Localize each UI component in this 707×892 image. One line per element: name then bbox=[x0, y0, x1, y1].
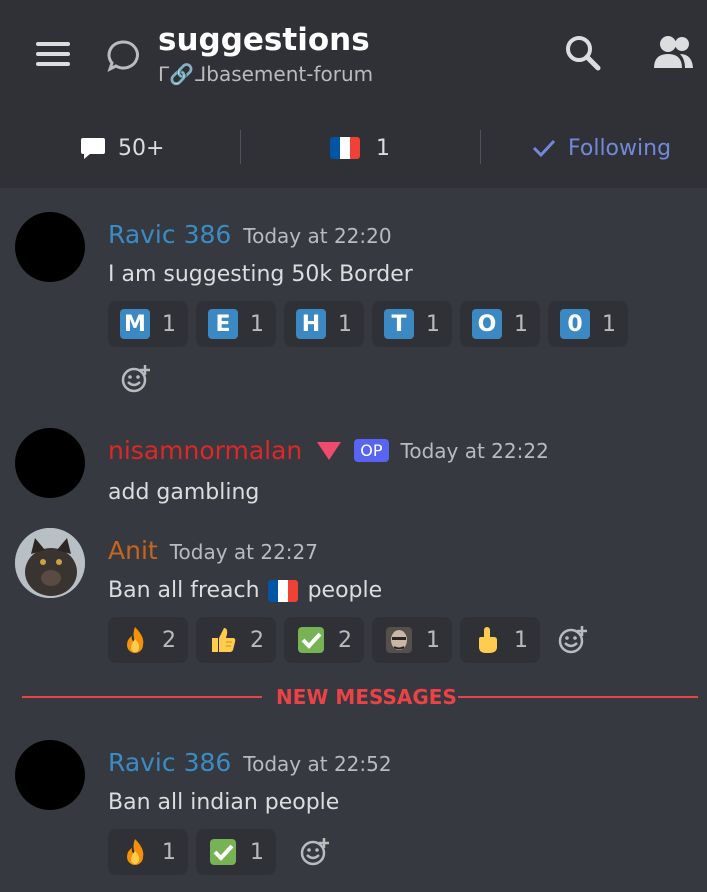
role-triangle-icon bbox=[317, 441, 342, 460]
add-reaction-icon[interactable] bbox=[550, 617, 596, 663]
chat-bubble-icon bbox=[81, 138, 105, 159]
reaction-count: 1 bbox=[162, 839, 176, 865]
reaction[interactable]: O1 bbox=[460, 301, 540, 347]
divider-line bbox=[458, 696, 698, 698]
french-flag-icon bbox=[267, 579, 298, 602]
hamburger-menu-icon[interactable] bbox=[36, 42, 70, 66]
following-button[interactable]: Following bbox=[532, 122, 671, 174]
reaction-count: 1 bbox=[514, 311, 528, 337]
message-text: add gambling bbox=[108, 480, 260, 505]
reaction[interactable]: H1 bbox=[284, 301, 364, 347]
timestamp: Today at 22:20 bbox=[243, 224, 392, 248]
reaction[interactable]: 1 bbox=[108, 829, 188, 875]
reaction-count: 1 bbox=[514, 627, 528, 653]
reaction[interactable]: 2 bbox=[284, 617, 364, 663]
divider bbox=[240, 130, 241, 164]
fire-icon bbox=[127, 839, 144, 865]
new-messages-label: NEW MESSAGES bbox=[276, 685, 457, 709]
avatar[interactable] bbox=[15, 212, 85, 282]
search-icon[interactable] bbox=[564, 34, 602, 72]
cat-avatar-image bbox=[15, 528, 85, 598]
reaction[interactable]: 1 bbox=[196, 829, 276, 875]
reaction[interactable]: 1 bbox=[372, 617, 452, 663]
reaction[interactable]: T1 bbox=[372, 301, 452, 347]
message-text-part: people bbox=[307, 578, 383, 603]
message-text: I am suggesting 50k Border bbox=[108, 262, 413, 287]
op-badge: OP bbox=[354, 439, 389, 462]
reaction-count: 1 bbox=[338, 311, 352, 337]
members-icon[interactable] bbox=[652, 34, 694, 70]
check-box-icon bbox=[298, 627, 324, 653]
timestamp: Today at 22:27 bbox=[169, 540, 318, 564]
regional-letter-h-icon: H bbox=[296, 309, 326, 339]
regional-letter-m-icon: M bbox=[120, 309, 150, 339]
author-name[interactable]: Ravic 386 bbox=[108, 220, 231, 249]
middle-finger-icon bbox=[479, 627, 497, 653]
face-emoji-icon bbox=[386, 627, 412, 653]
message-text: Ban all indian people bbox=[108, 790, 340, 815]
reaction[interactable]: 01 bbox=[548, 301, 628, 347]
add-reaction-icon[interactable] bbox=[120, 363, 152, 395]
participant-count: 1 bbox=[330, 122, 390, 174]
regional-letter-o-icon: O bbox=[472, 309, 502, 339]
following-label: Following bbox=[568, 135, 672, 161]
reaction[interactable]: M1 bbox=[108, 301, 188, 347]
reaction[interactable]: 1 bbox=[460, 617, 540, 663]
avatar[interactable] bbox=[15, 428, 85, 498]
avatar[interactable] bbox=[15, 740, 85, 810]
fire-icon bbox=[127, 627, 144, 653]
timestamp: Today at 22:52 bbox=[243, 752, 392, 776]
reaction-count: 1 bbox=[426, 627, 440, 653]
message-count: 50+ bbox=[80, 122, 164, 174]
author-name[interactable]: Ravic 386 bbox=[108, 748, 231, 777]
channel-subtitle[interactable]: ᒥ🔗ᒧbasement-forum bbox=[158, 62, 373, 86]
checkmark-icon bbox=[532, 139, 556, 158]
regional-letter-t-icon: T bbox=[384, 309, 414, 339]
author-name[interactable]: nisamnormalan bbox=[108, 436, 302, 465]
reaction-count: 1 bbox=[250, 311, 264, 337]
thread-icon bbox=[107, 40, 139, 72]
add-reaction-icon[interactable] bbox=[292, 829, 338, 875]
reaction-count: 1 bbox=[426, 311, 440, 337]
new-messages-divider: NEW MESSAGES bbox=[22, 685, 698, 709]
reaction-count: 1 bbox=[602, 311, 616, 337]
thread-stats-bar: 50+ 1 Following bbox=[0, 122, 707, 174]
reaction-count: 1 bbox=[250, 839, 264, 865]
check-box-icon bbox=[210, 839, 236, 865]
reaction-count: 2 bbox=[162, 627, 176, 653]
divider-line bbox=[22, 696, 262, 698]
reaction[interactable]: 2 bbox=[108, 617, 188, 663]
message-text: Ban all freach people bbox=[108, 578, 382, 603]
message-count-label: 50+ bbox=[118, 135, 165, 161]
reaction[interactable]: E1 bbox=[196, 301, 276, 347]
divider bbox=[480, 130, 481, 164]
message-text-part: Ban all freach bbox=[108, 578, 260, 603]
reactions-row: 2 2 2 1 1 bbox=[108, 617, 596, 663]
channel-title: suggestions bbox=[158, 22, 370, 58]
reactions-row: 1 1 bbox=[108, 829, 338, 875]
thumbs-up-icon bbox=[212, 628, 236, 652]
regional-letter-e-icon: E bbox=[208, 309, 238, 339]
reaction-count: 1 bbox=[162, 311, 176, 337]
avatar[interactable] bbox=[15, 528, 85, 598]
channel-header: suggestions ᒥ🔗ᒧbasement-forum 50+ 1 Foll… bbox=[0, 0, 707, 188]
participant-count-label: 1 bbox=[376, 135, 390, 161]
keycap-zero-icon: 0 bbox=[560, 309, 590, 339]
timestamp: Today at 22:22 bbox=[400, 438, 549, 463]
reactions-row: M1 E1 H1 T1 O1 01 bbox=[108, 301, 636, 347]
french-flag-icon bbox=[330, 137, 360, 159]
reaction-count: 2 bbox=[338, 627, 352, 653]
reaction[interactable]: 2 bbox=[196, 617, 276, 663]
reaction-count: 2 bbox=[250, 627, 264, 653]
author-name[interactable]: Anit bbox=[108, 536, 158, 565]
